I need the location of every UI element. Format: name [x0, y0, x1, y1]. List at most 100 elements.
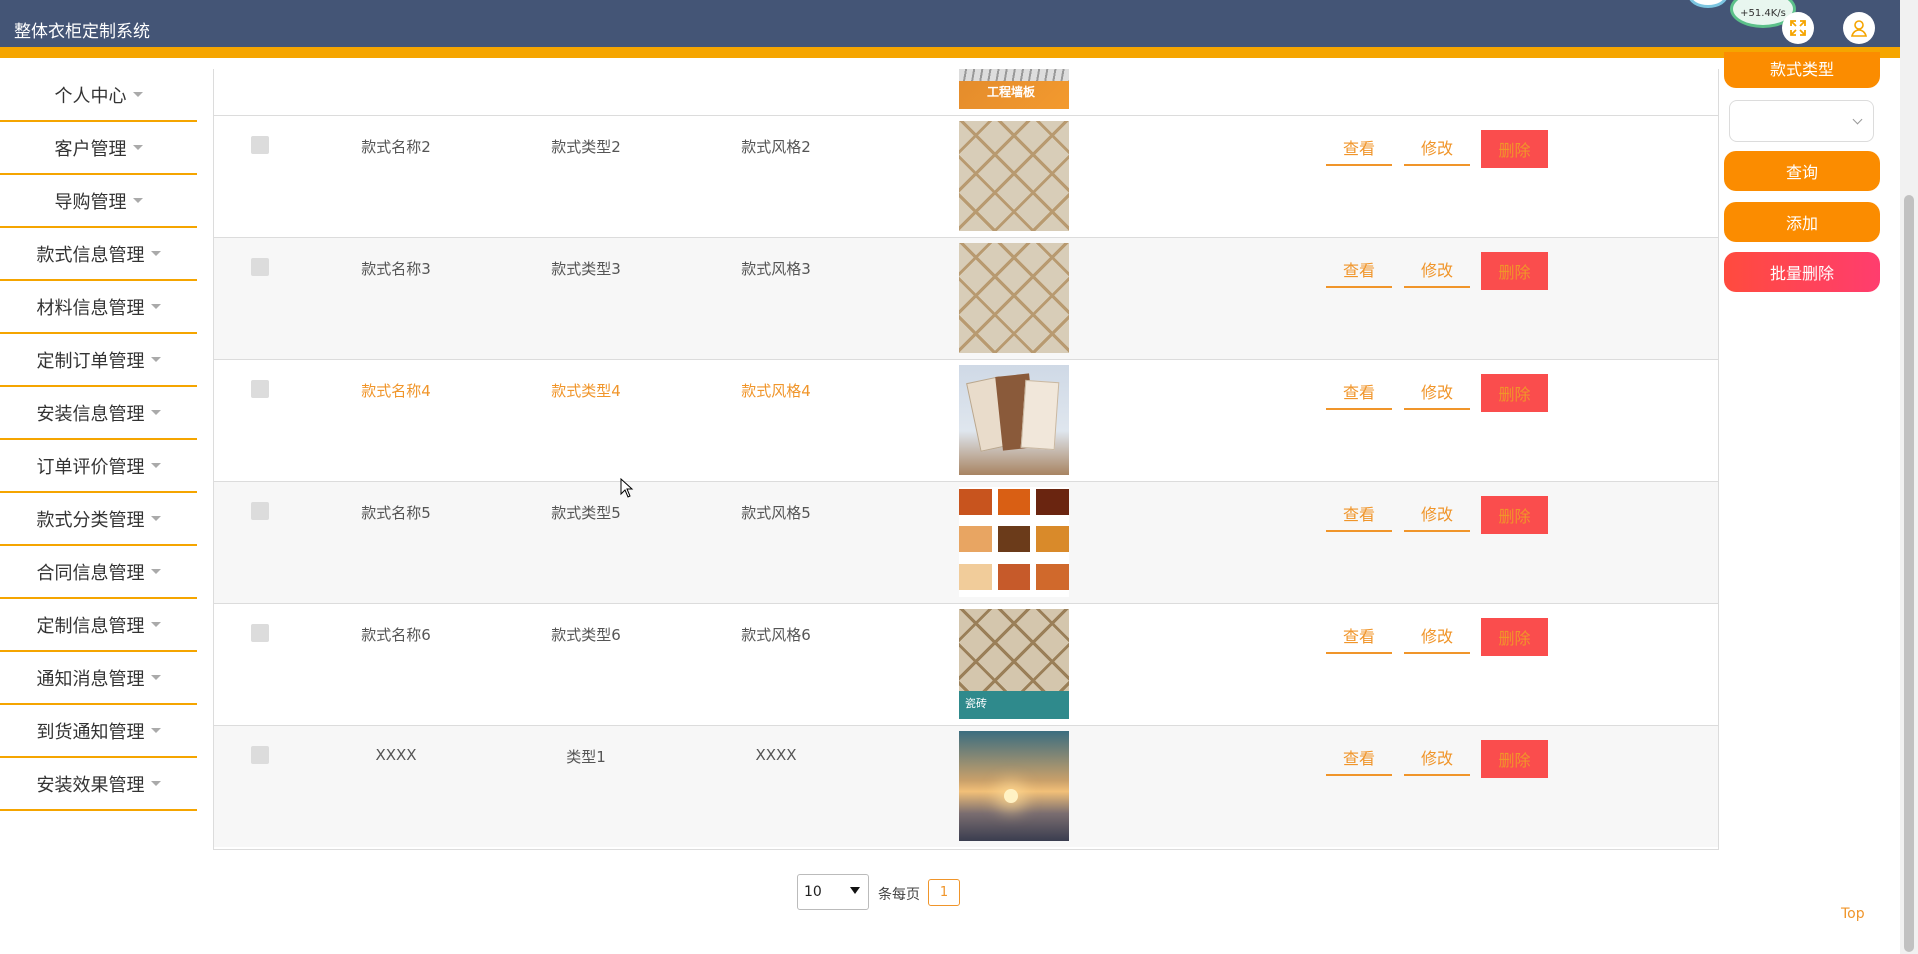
style-style: 款式风格6	[741, 626, 811, 644]
sidebar-item-install-info[interactable]: 安装信息管理	[0, 387, 197, 440]
style-name: 款式名称5	[361, 504, 431, 522]
product-image: 瓷砖	[959, 609, 1069, 719]
sidebar-item-install-effects[interactable]: 安装效果管理	[0, 758, 197, 811]
user-icon	[1850, 20, 1868, 37]
style-name: 款式名称4	[361, 382, 431, 400]
delete-button[interactable]: 删除	[1481, 740, 1548, 778]
page-size-select[interactable]: 10	[797, 874, 869, 910]
fullscreen-button[interactable]	[1782, 12, 1814, 44]
caret-down-icon	[150, 516, 161, 521]
delete-button[interactable]: 删除	[1481, 618, 1548, 656]
sidebar-item-style-info[interactable]: 款式信息管理	[0, 228, 197, 281]
style-type: 款式类型5	[551, 504, 621, 522]
style-style: 款式风格4	[741, 382, 811, 400]
search-button[interactable]: 查询	[1724, 151, 1880, 191]
table-row: XXXX 类型1 XXXX 查看 修改 删除	[214, 725, 1718, 847]
page-scrollbar[interactable]	[1900, 0, 1918, 954]
page-number-current[interactable]: 1	[928, 879, 960, 906]
row-checkbox[interactable]	[251, 502, 269, 520]
style-type-select[interactable]	[1729, 100, 1874, 142]
product-image	[959, 731, 1069, 841]
top-header: 整体衣柜定制系统 +51.4K/s	[0, 0, 1900, 58]
scrollbar-thumb[interactable]	[1904, 195, 1914, 952]
product-image	[959, 243, 1069, 353]
promo-text: 瓷砖	[965, 697, 987, 710]
row-checkbox[interactable]	[251, 624, 269, 642]
caret-down-icon	[150, 569, 161, 574]
sidebar-item-contracts[interactable]: 合同信息管理	[0, 546, 197, 599]
product-image: 工程墙板	[959, 69, 1069, 109]
style-type: 款式类型6	[551, 626, 621, 644]
view-button[interactable]: 查看	[1326, 130, 1392, 166]
sidebar-item-sales-guides[interactable]: 导购管理	[0, 175, 197, 228]
style-style: 款式风格5	[741, 504, 811, 522]
edit-button[interactable]: 修改	[1404, 496, 1470, 532]
delete-button[interactable]: 删除	[1481, 130, 1548, 168]
style-type-label: 款式类型	[1724, 52, 1880, 88]
table-row: 款式名称4 款式类型4 款式风格4 查看 修改 删除	[214, 359, 1718, 481]
style-style: 款式风格2	[741, 138, 811, 156]
sidebar-item-arrival-notices[interactable]: 到货通知管理	[0, 705, 197, 758]
back-to-top-link[interactable]: Top	[1841, 906, 1865, 922]
user-menu-button[interactable]	[1843, 12, 1875, 44]
view-button[interactable]: 查看	[1326, 496, 1392, 532]
style-type: 类型1	[566, 748, 606, 766]
caret-down-icon	[150, 728, 161, 733]
sidebar-item-customers[interactable]: 客户管理	[0, 122, 197, 175]
network-speed-text: +51.4K/s	[1740, 8, 1786, 19]
delete-button[interactable]: 删除	[1481, 374, 1548, 412]
style-table: 工程墙板 款式名称2 款式类型2 款式风格2 查看 修改 删除 款式名称3 款式…	[213, 69, 1719, 850]
delete-button[interactable]: 删除	[1481, 252, 1548, 290]
sidebar-item-style-categories[interactable]: 款式分类管理	[0, 493, 197, 546]
add-button[interactable]: 添加	[1724, 202, 1880, 242]
sidebar-item-order-reviews[interactable]: 订单评价管理	[0, 440, 197, 493]
style-style: XXXX	[755, 746, 797, 764]
table-row-partial: 工程墙板	[214, 69, 1718, 115]
view-button[interactable]: 查看	[1326, 374, 1392, 410]
row-checkbox[interactable]	[251, 136, 269, 154]
sidebar-item-material-info[interactable]: 材料信息管理	[0, 281, 197, 334]
fullscreen-icon	[1790, 20, 1806, 36]
edit-button[interactable]: 修改	[1404, 252, 1470, 288]
image-caption: 工程墙板	[987, 85, 1036, 99]
app-title: 整体衣柜定制系统	[14, 22, 150, 42]
sidebar-item-custom-orders[interactable]: 定制订单管理	[0, 334, 197, 387]
view-button[interactable]: 查看	[1326, 252, 1392, 288]
delete-button[interactable]: 删除	[1481, 496, 1548, 534]
style-type: 款式类型4	[551, 382, 621, 400]
caret-down-icon	[150, 304, 161, 309]
sidebar-item-notifications[interactable]: 通知消息管理	[0, 652, 197, 705]
caret-down-icon	[150, 675, 161, 680]
row-checkbox[interactable]	[251, 746, 269, 764]
row-checkbox[interactable]	[251, 380, 269, 398]
caret-down-icon	[150, 463, 161, 468]
product-image	[959, 487, 1069, 597]
style-type: 款式类型2	[551, 138, 621, 156]
edit-button[interactable]: 修改	[1404, 130, 1470, 166]
caret-down-icon	[150, 781, 161, 786]
caret-down-icon	[150, 357, 161, 362]
caret-down-icon	[132, 145, 143, 150]
style-name: XXXX	[375, 746, 417, 764]
mouse-cursor-icon	[620, 478, 634, 498]
edit-button[interactable]: 修改	[1404, 740, 1470, 776]
sidebar-menu: 个人中心 客户管理 导购管理 款式信息管理 材料信息管理 定制订单管理 安装信息…	[0, 69, 197, 811]
sidebar-item-custom-info[interactable]: 定制信息管理	[0, 599, 197, 652]
caret-down-icon	[132, 92, 143, 97]
style-style: 款式风格3	[741, 260, 811, 278]
style-name: 款式名称2	[361, 138, 431, 156]
network-monitor-ring	[1688, 0, 1728, 8]
row-checkbox[interactable]	[251, 258, 269, 276]
edit-button[interactable]: 修改	[1404, 618, 1470, 654]
chevron-down-icon	[1852, 114, 1863, 125]
view-button[interactable]: 查看	[1326, 618, 1392, 654]
sidebar-item-personal-center[interactable]: 个人中心	[0, 69, 197, 122]
product-image	[959, 365, 1069, 475]
batch-delete-button[interactable]: 批量删除	[1724, 252, 1880, 292]
per-page-label: 条每页	[878, 887, 920, 903]
style-name: 款式名称6	[361, 626, 431, 644]
table-row: 款式名称3 款式类型3 款式风格3 查看 修改 删除	[214, 237, 1718, 359]
edit-button[interactable]: 修改	[1404, 374, 1470, 410]
view-button[interactable]: 查看	[1326, 740, 1392, 776]
caret-down-icon	[132, 198, 143, 203]
